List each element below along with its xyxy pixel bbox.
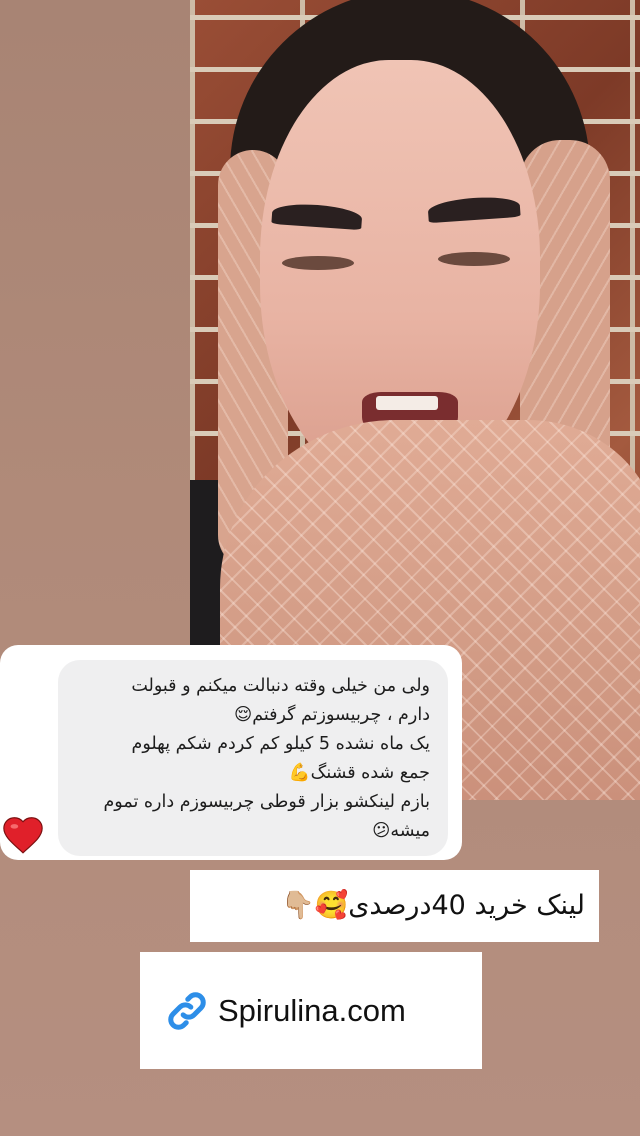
chat-line: میشه😕 [372,821,430,841]
heart-icon [3,817,43,854]
link-url-text[interactable]: Spirulina.com [218,993,406,1029]
chat-message-text: ولی من خیلی وقته دنبالت میکنم و قبولت دا… [66,672,430,846]
link-icon [168,991,206,1030]
chat-line: یک ماه نشده 5 کیلو کم کردم شکم پهلوم [131,734,430,754]
teeth [376,396,438,410]
left-eye [282,256,354,270]
story-screen: ولی من خیلی وقته دنبالت میکنم و قبولت دا… [0,0,640,1136]
chat-line: ولی من خیلی وقته دنبالت میکنم و قبولت [131,676,430,696]
link-sticker[interactable]: Spirulina.com [140,952,482,1069]
right-eye [438,252,510,266]
chat-line: دارم ، چربیسوزتم گرفتم😌 [233,705,430,725]
link-label-text: لینک خرید 40درصدی🥰👇🏼 [280,890,585,921]
chat-line: بازم لینکشو بزار قوطی چربیسوزم داره تموم [103,792,430,812]
chat-line: جمع شده قشنگ💪 [288,763,430,783]
